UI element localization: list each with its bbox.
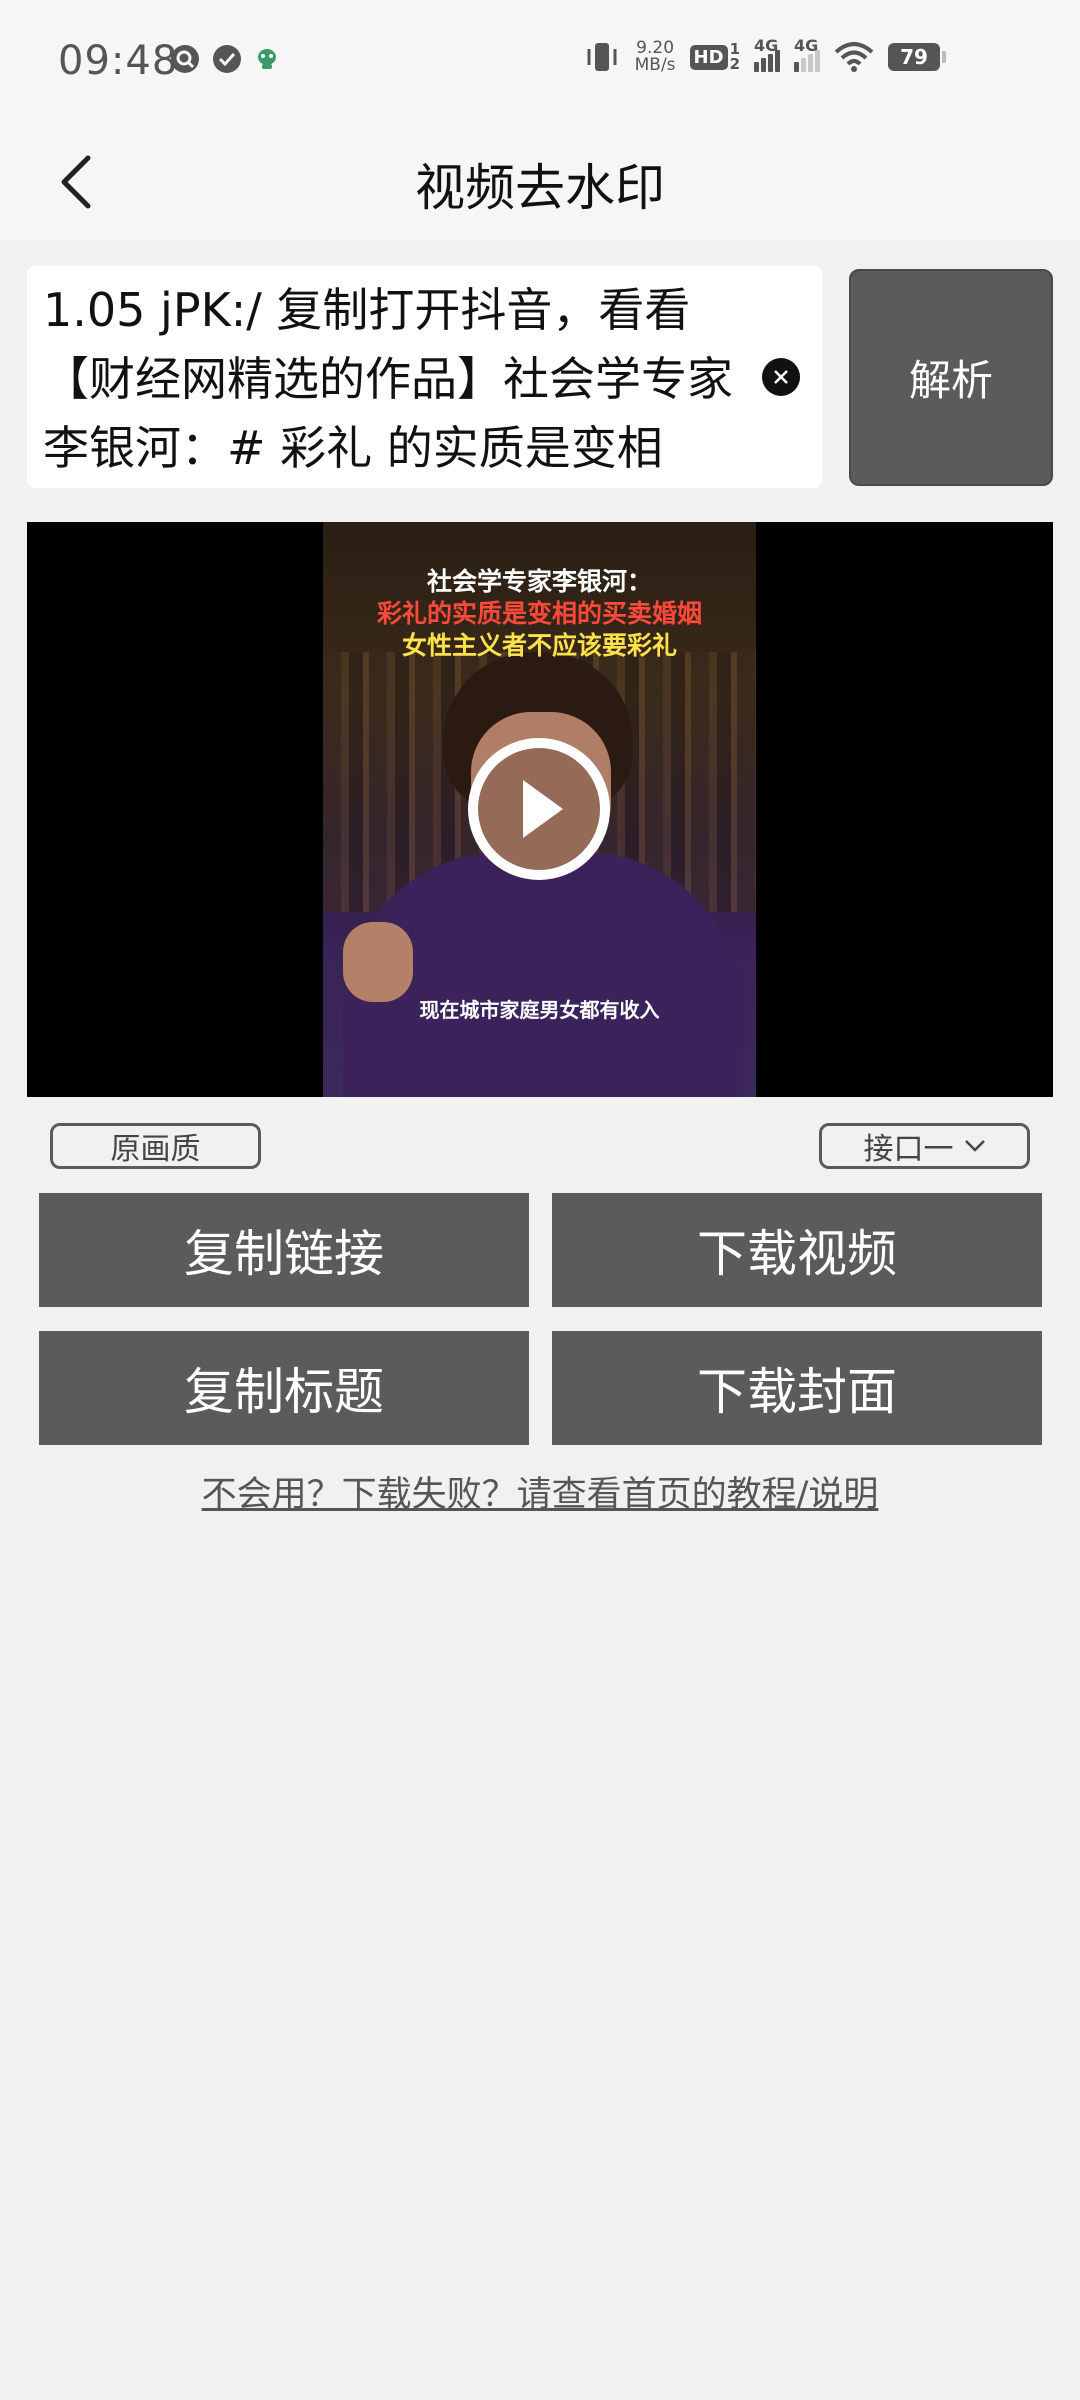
signal-1-label: 4G — [754, 36, 779, 55]
quality-selector[interactable]: 原画质 — [50, 1123, 261, 1169]
video-caption-line-1: 社会学专家李银河： — [426, 567, 652, 596]
play-button[interactable] — [468, 738, 610, 880]
share-link-text[interactable]: 1.05 jPK:/ 复制打开抖音，看看【财经网精选的作品】社会学专家李银河：#… — [43, 276, 743, 482]
page-title: 视频去水印 — [415, 159, 665, 217]
download-video-button[interactable]: 下载视频 — [552, 1193, 1042, 1307]
system-status-icons: 9.20 MB/s HD 1 2 4G 4G 79 — [583, 36, 946, 74]
video-caption: 社会学专家李银河： 彩礼的实质是变相的买卖婚姻 女性主义者不应该要彩礼 — [323, 566, 756, 662]
api-selector-label: 接口一 — [863, 1132, 954, 1167]
copy-link-button[interactable]: 复制链接 — [39, 1193, 529, 1307]
video-caption-line-2: 彩礼的实质是变相的买卖婚姻 — [376, 599, 702, 628]
copy-title-button[interactable]: 复制标题 — [39, 1331, 529, 1445]
clear-input-button[interactable] — [762, 358, 800, 396]
play-icon — [523, 780, 563, 838]
app-header: 视频去水印 — [0, 126, 1080, 240]
status-time: 09:48 — [58, 38, 179, 84]
alien-app-icon — [254, 46, 280, 72]
download-cover-button[interactable]: 下载封面 — [552, 1331, 1042, 1445]
close-icon — [774, 370, 788, 384]
network-speed: 9.20 MB/s — [635, 40, 676, 74]
share-link-input[interactable]: 1.05 jPK:/ 复制打开抖音，看看【财经网精选的作品】社会学专家李银河：#… — [27, 266, 822, 488]
search-app-icon — [170, 44, 200, 74]
video-player[interactable]: 社会学专家李银河： 彩礼的实质是变相的买卖婚姻 女性主义者不应该要彩礼 现在城市… — [27, 522, 1053, 1097]
hd-sub-bottom: 2 — [729, 55, 740, 73]
video-caption-line-3: 女性主义者不应该要彩礼 — [401, 631, 677, 660]
vibrate-icon — [583, 40, 621, 74]
signal-2-label: 4G — [794, 36, 819, 55]
check-circle-icon — [212, 44, 242, 74]
hd-voice-indicator: HD 1 2 — [689, 42, 740, 73]
wifi-icon — [834, 42, 874, 72]
help-link[interactable]: 不会用？下载失败？请查看首页的教程/说明 — [0, 1466, 1080, 1517]
video-subtitle: 现在城市家庭男女都有收入 — [419, 998, 660, 1022]
notification-icons — [170, 44, 280, 74]
api-selector[interactable]: 接口一 — [819, 1123, 1030, 1169]
network-speed-unit: MB/s — [634, 55, 676, 75]
status-bar: 09:48 9.20 MB/s HD 1 2 4G 4G 79 — [0, 0, 1080, 126]
chevron-down-icon — [964, 1140, 985, 1152]
battery-indicator: 79 — [888, 43, 946, 71]
parse-button[interactable]: 解析 — [849, 269, 1053, 486]
video-person-hand — [343, 922, 413, 1002]
hd-badge: HD — [689, 44, 728, 70]
signal-2-icon: 4G — [794, 36, 820, 72]
signal-1-icon: 4G — [754, 36, 780, 72]
